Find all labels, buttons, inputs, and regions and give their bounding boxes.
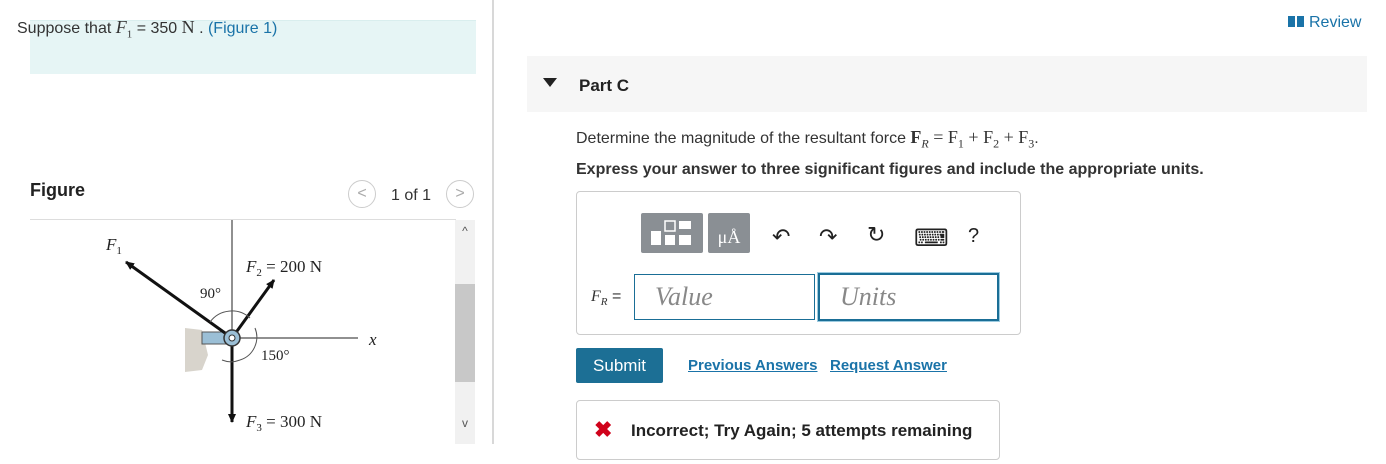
intro-prefix: Suppose that <box>17 20 112 37</box>
question-math: FR = F1 + F2 + F3 <box>910 127 1035 151</box>
label-x-axis: x <box>368 330 377 349</box>
part-header[interactable] <box>527 56 1367 112</box>
answer-instructions: Express your answer to three significant… <box>576 161 1204 178</box>
book-icon <box>1288 16 1304 27</box>
intro-unit: N <box>181 17 195 37</box>
caret-down-icon[interactable] <box>543 78 557 87</box>
value-input[interactable] <box>634 274 815 320</box>
error-x-icon: ✖ <box>594 417 613 442</box>
scrollbar-thumb[interactable] <box>455 284 475 382</box>
review-link[interactable]: Review <box>1287 14 1361 32</box>
keyboard-icon[interactable]: ⌨ <box>914 224 949 253</box>
panel-divider[interactable] <box>492 0 494 444</box>
previous-answers-link[interactable]: Previous Answers <box>688 357 818 374</box>
units-input[interactable] <box>818 273 999 321</box>
help-icon[interactable]: ? <box>968 225 979 248</box>
feedback-message: Incorrect; Try Again; 5 attempts remaini… <box>631 421 973 440</box>
force-diagram: F1 F2 = 200 N F3 = 300 N 90° 150° x <box>105 220 377 434</box>
figure-link[interactable]: (Figure 1) <box>208 20 277 37</box>
units-button[interactable]: μÅ <box>708 213 750 253</box>
templates-icon <box>651 220 691 245</box>
reset-icon[interactable]: ↻ <box>867 222 885 248</box>
force-f2-arrow <box>230 279 276 339</box>
part-title: Part C <box>579 76 630 95</box>
request-answer-link[interactable]: Request Answer <box>830 357 947 374</box>
figure-next-button[interactable]: > <box>446 180 474 208</box>
figure-prev-button[interactable]: < <box>348 180 376 208</box>
templates-button[interactable] <box>641 213 703 253</box>
problem-intro-text: Suppose that F1 = 350 N . (Figure 1) <box>17 17 277 41</box>
redo-icon[interactable]: ↷ <box>819 224 837 250</box>
figure-title: Figure <box>30 180 86 200</box>
submit-button[interactable]: Submit <box>576 348 663 383</box>
intro-equals: = 350 <box>132 20 182 37</box>
chevron-left-icon: < <box>357 185 367 202</box>
angle-150-arc <box>239 327 258 361</box>
undo-icon[interactable]: ↶ <box>772 224 790 250</box>
label-f1: F1 <box>105 235 122 257</box>
scroll-down-icon[interactable]: v <box>455 416 475 430</box>
label-angle-90: 90° <box>200 286 221 302</box>
label-f2: F2 = 200 N <box>245 257 322 279</box>
label-f3: F3 = 300 N <box>245 412 322 434</box>
intro-dot: . <box>194 20 208 37</box>
label-angle-150: 150° <box>261 348 290 364</box>
intro-variable: F1 <box>115 17 133 41</box>
figure-pager-count: 1 of 1 <box>391 187 432 204</box>
question-text: Determine the magnitude of the resultant… <box>576 127 1039 151</box>
answer-label: FR = <box>591 288 622 309</box>
review-label: Review <box>1309 14 1362 31</box>
scroll-up-icon[interactable]: ^ <box>455 224 475 238</box>
chevron-right-icon: > <box>455 185 465 202</box>
